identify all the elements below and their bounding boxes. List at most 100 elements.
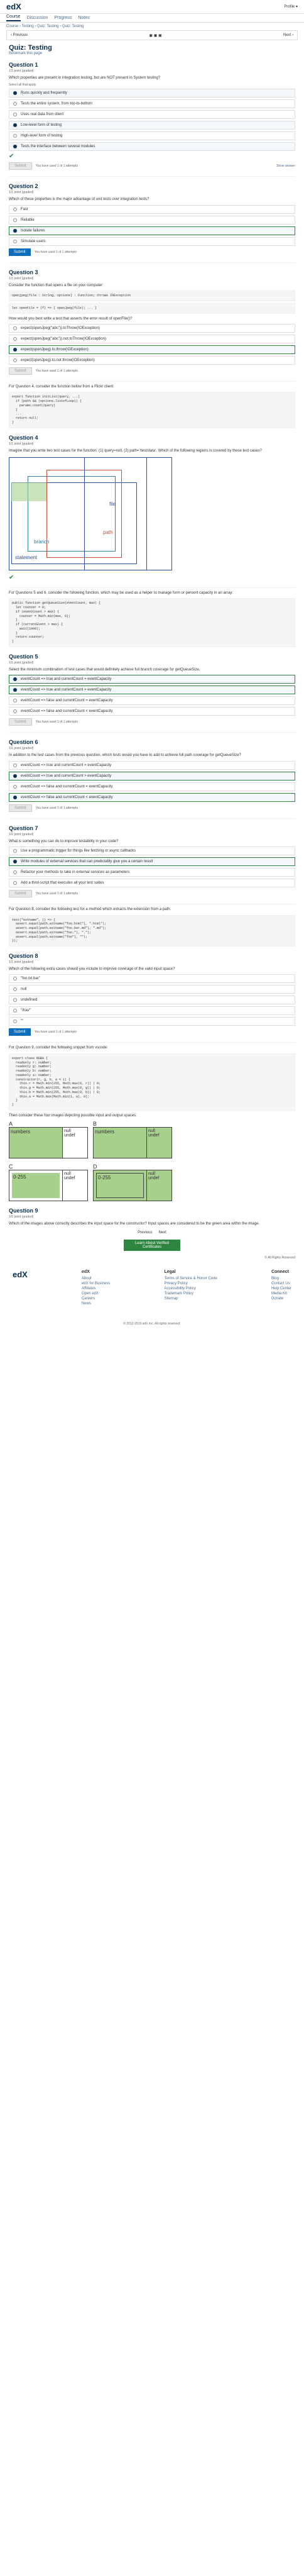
breadcrumb[interactable]: Course › Testing › Quiz: Testing › Quiz:… [0,23,304,30]
footer-link[interactable]: edX for Business [82,1282,110,1285]
bookmark-link[interactable]: Bookmark this page [9,52,295,55]
q2-option-4[interactable]: Simulate users [9,236,295,246]
footer-link[interactable]: Open edX [82,1292,110,1296]
q2-option-2[interactable]: Reliable [9,215,295,225]
footer-link[interactable]: Sitemap [164,1297,217,1301]
option-label: Reliable [21,218,35,222]
image-c-range: 0-255 [12,1173,60,1199]
q1-option-5[interactable]: High-level form of testing [9,131,295,141]
q8-meta: 1/1 point (graded) [9,960,34,965]
footer-link[interactable]: Privacy Policy [164,1282,217,1285]
input-space-images: A numbers null undef B numbers null undef … [9,1121,172,1202]
option-label: High-level form of testing [21,134,63,138]
image-a-numbers: numbers [9,1128,62,1158]
q6-submit-button[interactable]: Submit [9,804,32,812]
q8-submit-button[interactable]: Submit [9,1028,31,1036]
q1-submit-button[interactable]: Submit [9,162,32,170]
option-label: expect(openJpeg).to.not.throw(IOExceptio… [21,358,95,363]
footer-col-edx: edX About edX for Business Affiliates Open e… [82,1270,110,1307]
radio-icon [13,1009,17,1013]
option-label: null [21,987,27,992]
q8-option-5[interactable]: "" [9,1017,295,1026]
q6-option-4[interactable]: eventCount => false and currentCount < e… [9,792,295,802]
bottom-next-button[interactable]: Next [159,1231,166,1235]
footer-col-legal: Legal Terms of Service & Honor Code Privac… [164,1270,217,1307]
q5-code: public function getQueueSize(eventCount,… [9,598,295,647]
footer-link[interactable]: Terms of Service & Honor Code [164,1277,217,1280]
option-label: Fast [21,207,28,211]
image-c-null: null [64,1172,71,1177]
q8-option-2[interactable]: null [9,985,295,994]
image-b-null: null [148,1129,155,1134]
previous-button[interactable]: ‹ Previous [11,33,28,37]
image-b-undef: undef [148,1133,160,1138]
radio-icon [13,1019,17,1024]
q2-submit-button[interactable]: Submit [9,248,31,256]
q4-title: Question 4 [9,434,38,441]
q8-option-4[interactable]: "/foo/" [9,1006,295,1016]
q2-option-3[interactable]: Isolate failures [9,226,295,235]
radio-icon [13,977,17,981]
image-c-label: C [9,1163,13,1170]
tab-discussion[interactable]: Discussion [27,16,48,20]
q7-option-2[interactable]: Write modules of external services that … [9,857,295,867]
q7-option-4[interactable]: Add a third-script that executes all you… [9,879,295,888]
edx-logo[interactable]: edX [6,2,21,11]
q5-option-2[interactable]: eventCount => true and currentCount = ev… [9,686,295,695]
q5-option-3[interactable]: eventCount => false and currentCount = e… [9,696,295,706]
footer-link[interactable]: Help Center [271,1287,291,1291]
q1-show-answer[interactable]: Show answer [276,164,295,168]
footer-link[interactable]: About [82,1277,110,1280]
radio-icon [13,348,17,352]
q3-submit-button[interactable]: Submit [9,367,32,375]
q8-option-3[interactable]: undefined [9,996,295,1005]
q7-option-3[interactable]: Refactor your methods to take in externa… [9,868,295,877]
footer-link[interactable]: Accessibility Policy [164,1287,217,1291]
q1-option-3[interactable]: Uses real data from client [9,110,295,119]
bottom-previous-button[interactable]: Previous [138,1231,152,1235]
q7-option-1[interactable]: Use a programmatic trigger for things li… [9,847,295,856]
region-file [84,457,147,571]
site-footer: edX edX About edX for Business Affiliates Op… [0,1261,304,1316]
account-menu[interactable]: Profile ▾ [284,4,298,9]
radio-icon [13,987,17,992]
q5-option-1[interactable]: eventCount => true and currentCount = ev… [9,675,295,684]
q1-option-6[interactable]: Tests the interface between several modu… [9,142,295,152]
tab-progress[interactable]: Progress [54,16,72,20]
q3-option-3[interactable]: expect(openJpeg).to.throw(IOException) [9,345,295,355]
covered-area [11,482,46,502]
q7-prompt: What is something you can do to improve … [9,839,119,843]
footer-link[interactable]: News [82,1302,110,1306]
q1-option-2[interactable]: Tests the entire system, from top-to-bot… [9,99,295,109]
next-button[interactable]: Next › [283,33,293,37]
q6-option-2[interactable]: eventCount => true and currentCount > ev… [9,771,295,780]
footer-link[interactable]: Media Kit [271,1292,291,1296]
q8-option-1[interactable]: "foo.txt.bar" [9,974,295,984]
footer-link[interactable]: Careers [82,1297,110,1301]
footer-link[interactable]: Contact Us [271,1282,291,1285]
q3-option-1[interactable]: expect(openJpeg("abc")).toThrow(IOExcept… [9,324,295,333]
q7-submit-button[interactable]: Submit [9,890,32,898]
q1-option-1[interactable]: Runs quickly and frequently [9,89,295,98]
footer-link[interactable]: Donate [271,1297,291,1301]
q6-option-1[interactable]: eventCount => true and currentCount = ev… [9,760,295,770]
footer-link[interactable]: Affiliates [82,1287,110,1291]
q5-submit-button[interactable]: Submit [9,718,32,726]
image-b-numbers: numbers [95,1129,115,1135]
copyright: © 2012-2019 edX Inc. All rights reserved… [123,1321,181,1326]
footer-link[interactable]: Blog [271,1277,291,1280]
footer-link[interactable]: Trademark Policy [164,1292,217,1296]
q2-option-1[interactable]: Fast [9,204,295,214]
q3-option-2[interactable]: expect(openJpeg("abc")).not.toThrow(IOEx… [9,335,295,344]
q5-option-4[interactable]: eventCount => false and currentCount < e… [9,707,295,716]
q3-option-4[interactable]: expect(openJpeg).to.not.throw(IOExceptio… [9,356,295,365]
tab-notes[interactable]: Notes [78,16,89,20]
page-title: Quiz: Testing [9,44,52,52]
option-label: expect(openJpeg("abc")).not.toThrow(IOEx… [21,337,106,341]
q1-option-4[interactable]: Low-level form of testing [9,121,295,130]
tab-course[interactable]: Course [6,14,21,21]
q6-option-3[interactable]: eventCount => false and currentCount = e… [9,782,295,791]
verified-certificate-button[interactable]: Learn About Verified Certificates [124,1239,180,1251]
q9-code: export class RGBA { readonly r: number; … [9,1053,295,1111]
footer-logo[interactable]: edX [13,1270,28,1307]
